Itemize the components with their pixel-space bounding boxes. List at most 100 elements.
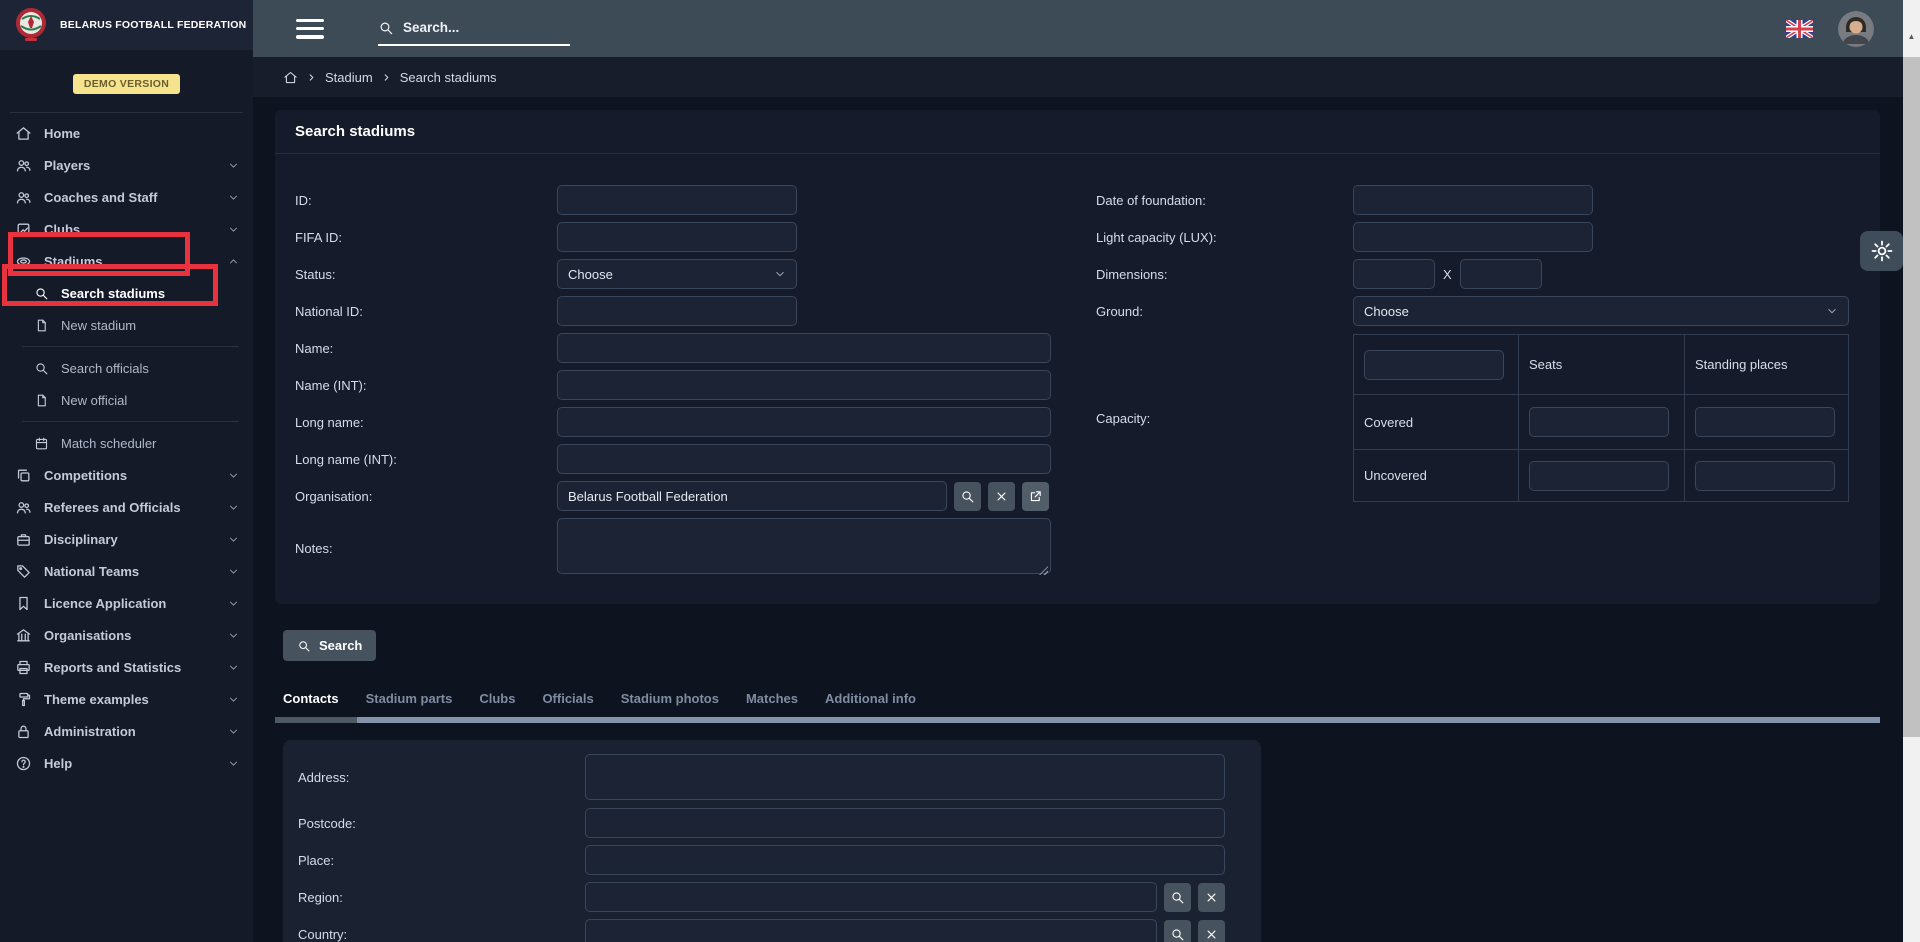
sidebar-item-label: Coaches and Staff <box>44 190 157 205</box>
sidebar-item-reports-and-statistics[interactable]: Reports and Statistics <box>0 651 253 683</box>
search-icon <box>1170 927 1185 942</box>
sidebar-item-competitions[interactable]: Competitions <box>0 459 253 491</box>
sidebar-item-home[interactable]: Home <box>0 117 253 149</box>
sidebar-item-disciplinary[interactable]: Disciplinary <box>0 523 253 555</box>
sidebar-item-match-scheduler[interactable]: Match scheduler <box>0 427 253 459</box>
form-row: FIFA ID: <box>295 222 1085 252</box>
capacity-header-input[interactable] <box>1364 350 1504 380</box>
long-name-int-label: Long name (INT): <box>295 452 557 467</box>
tab-stadium-parts[interactable]: Stadium parts <box>366 691 453 706</box>
chevron-right-icon <box>307 73 316 82</box>
topbar <box>253 0 1903 57</box>
light-capacity-input[interactable] <box>1353 222 1593 252</box>
date-of-foundation-input[interactable] <box>1353 185 1593 215</box>
sidebar-item-clubs[interactable]: Clubs <box>0 213 253 245</box>
covered-seats-input[interactable] <box>1529 407 1669 437</box>
search-input[interactable] <box>403 20 543 35</box>
region-clear-button[interactable] <box>1198 883 1225 912</box>
hamburger-menu-button[interactable] <box>296 19 324 39</box>
tab-stadium-photos[interactable]: Stadium photos <box>621 691 719 706</box>
tab-contacts[interactable]: Contacts <box>283 691 339 706</box>
sidebar-item-label: Theme examples <box>44 692 149 707</box>
organisation-input[interactable] <box>557 481 947 511</box>
sidebar-item-stadiums[interactable]: Stadiums <box>0 245 253 277</box>
tab-additional-info[interactable]: Additional info <box>825 691 916 706</box>
dimensions-length-input[interactable] <box>1353 259 1435 289</box>
chevron-down-icon <box>227 191 240 204</box>
sidebar-item-players[interactable]: Players <box>0 149 253 181</box>
sidebar-item-label: Organisations <box>44 628 131 643</box>
capacity-label: Capacity: <box>1096 411 1353 426</box>
region-input[interactable] <box>585 882 1157 912</box>
sidebar-item-referees-and-officials[interactable]: Referees and Officials <box>0 491 253 523</box>
chevron-down-icon <box>227 597 240 610</box>
tab-matches[interactable]: Matches <box>746 691 798 706</box>
sidebar-item-label: Search officials <box>61 361 149 376</box>
status-select[interactable]: Choose <box>557 259 797 289</box>
capacity-table: Seats Standing places Covered Uncovered <box>1353 334 1849 502</box>
national-id-input[interactable] <box>557 296 797 326</box>
fifa-id-input[interactable] <box>557 222 797 252</box>
sidebar-item-coaches-and-staff[interactable]: Coaches and Staff <box>0 181 253 213</box>
postcode-label: Postcode: <box>283 816 585 831</box>
tab-officials[interactable]: Officials <box>542 691 593 706</box>
organisation-open-button[interactable] <box>1022 482 1049 511</box>
sidebar-divider <box>10 112 243 113</box>
sidebar-item-search-officials[interactable]: Search officials <box>0 352 253 384</box>
tab-clubs[interactable]: Clubs <box>479 691 515 706</box>
copy-icon <box>15 467 32 484</box>
sidebar-item-new-stadium[interactable]: New stadium <box>0 309 253 341</box>
chevron-down-icon <box>227 159 240 172</box>
covered-standing-input[interactable] <box>1695 407 1835 437</box>
global-search <box>378 12 570 46</box>
sidebar-item-help[interactable]: Help <box>0 747 253 779</box>
name-int-label: Name (INT): <box>295 378 557 393</box>
country-input[interactable] <box>585 919 1157 942</box>
ground-label: Ground: <box>1096 304 1353 319</box>
long-name-int-input[interactable] <box>557 444 1051 474</box>
region-label: Region: <box>283 890 585 905</box>
region-lookup-button[interactable] <box>1164 883 1191 912</box>
name-int-input[interactable] <box>557 370 1051 400</box>
name-input[interactable] <box>557 333 1051 363</box>
form-row: Country: <box>283 919 1261 942</box>
clear-x-icon <box>1204 927 1219 942</box>
sidebar-item-theme-examples[interactable]: Theme examples <box>0 683 253 715</box>
sidebar-item-licence-application[interactable]: Licence Application <box>0 587 253 619</box>
sidebar-item-new-official[interactable]: New official <box>0 384 253 416</box>
breadcrumb-item-stadium[interactable]: Stadium <box>325 70 373 85</box>
sidebar-item-organisations[interactable]: Organisations <box>0 619 253 651</box>
dimensions-width-input[interactable] <box>1460 259 1542 289</box>
uk-flag-icon[interactable] <box>1786 20 1813 38</box>
uncovered-standing-input[interactable] <box>1695 461 1835 491</box>
long-name-input[interactable] <box>557 407 1051 437</box>
search-button[interactable]: Search <box>283 630 376 661</box>
avatar[interactable] <box>1838 11 1874 47</box>
scrollbar[interactable]: ▲ <box>1903 0 1920 942</box>
country-lookup-button[interactable] <box>1164 920 1191 942</box>
id-input[interactable] <box>557 185 797 215</box>
postcode-input[interactable] <box>585 808 1225 838</box>
home-icon[interactable] <box>283 70 298 85</box>
status-label: Status: <box>295 267 557 282</box>
sidebar-item-search-stadiums[interactable]: Search stadiums <box>0 277 253 309</box>
sidebar-item-label: Administration <box>44 724 136 739</box>
form-row: National ID: <box>295 296 1085 326</box>
sidebar-item-administration[interactable]: Administration <box>0 715 253 747</box>
ground-select[interactable]: Choose <box>1353 296 1849 326</box>
scrollbar-thumb[interactable] <box>1903 57 1920 737</box>
uncovered-seats-input[interactable] <box>1529 461 1669 491</box>
country-clear-button[interactable] <box>1198 920 1225 942</box>
notes-textarea[interactable] <box>557 518 1051 574</box>
organisation-clear-button[interactable] <box>988 482 1015 511</box>
scroll-up-arrow[interactable]: ▲ <box>1903 32 1920 41</box>
breadcrumb-item-search-stadiums[interactable]: Search stadiums <box>400 70 497 85</box>
address-textarea[interactable] <box>585 754 1225 800</box>
organisation-lookup-button[interactable] <box>954 482 981 511</box>
form-row: Status: Choose <box>295 259 1085 289</box>
form-row: Notes: <box>295 518 1085 579</box>
sidebar-item-national-teams[interactable]: National Teams <box>0 555 253 587</box>
place-input[interactable] <box>585 845 1225 875</box>
external-link-icon <box>1028 489 1043 504</box>
settings-button[interactable] <box>1860 231 1903 271</box>
